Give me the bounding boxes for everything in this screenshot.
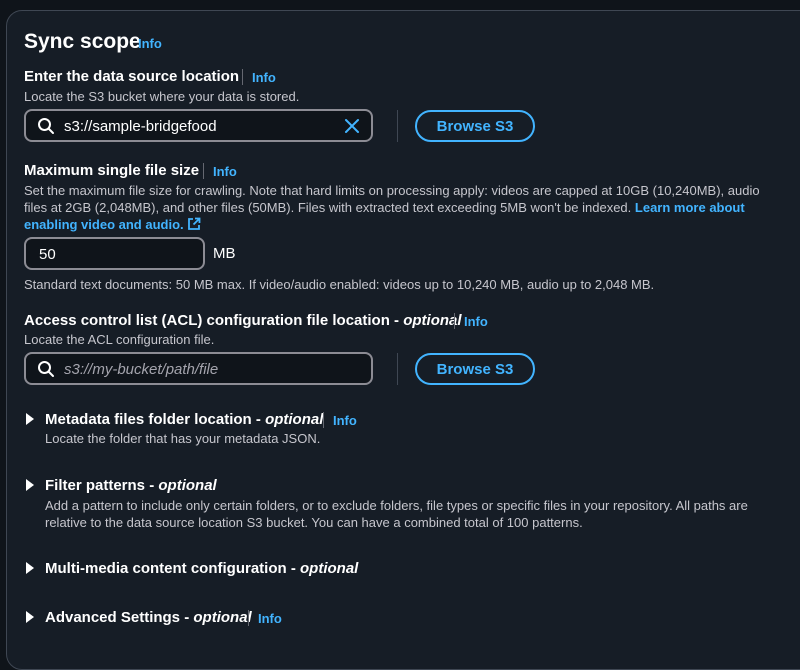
button-divider — [397, 353, 398, 385]
browse-s3-button[interactable]: Browse S3 — [415, 110, 535, 142]
caret-right-icon[interactable] — [26, 479, 34, 491]
data-source-value: s3://sample-bridgefood — [64, 118, 217, 135]
max-file-size-value: 50 — [39, 246, 56, 263]
info-separator — [248, 610, 249, 626]
acl-placeholder: s3://my-bucket/path/file — [64, 361, 219, 378]
search-icon — [37, 117, 55, 140]
data-source-description: Locate the S3 bucket where your data is … — [24, 89, 300, 104]
caret-right-icon[interactable] — [26, 562, 34, 574]
info-separator — [203, 163, 204, 179]
data-source-label: Enter the data source location — [24, 68, 240, 85]
metadata-info-link[interactable]: Info — [333, 413, 357, 428]
info-separator — [323, 412, 324, 428]
filter-patterns-toggle[interactable]: Filter patterns - optional — [45, 477, 217, 494]
external-link-icon[interactable] — [187, 217, 201, 235]
close-icon[interactable] — [344, 118, 360, 139]
caret-right-icon[interactable] — [26, 611, 34, 623]
acl-info-link[interactable]: Info — [464, 314, 488, 329]
acl-input[interactable]: s3://my-bucket/path/file — [24, 352, 373, 385]
acl-label: Access control list (ACL) configuration … — [24, 312, 462, 329]
metadata-description: Locate the folder that has your metadata… — [45, 431, 321, 446]
info-separator — [242, 69, 243, 85]
browse-s3-acl-button[interactable]: Browse S3 — [415, 353, 535, 385]
sync-scope-info-link[interactable]: Info — [138, 36, 162, 51]
acl-description: Locate the ACL configuration file. — [24, 332, 215, 347]
data-source-info-link[interactable]: Info — [252, 70, 276, 85]
multimedia-section-toggle[interactable]: Multi-media content configuration - opti… — [45, 560, 358, 577]
metadata-section-toggle[interactable]: Metadata files folder location - optiona… — [45, 411, 323, 428]
search-icon — [37, 360, 55, 383]
filter-patterns-description: Add a pattern to include only certain fo… — [45, 498, 748, 530]
max-file-size-hint: Standard text documents: 50 MB max. If v… — [24, 277, 655, 292]
button-divider — [397, 110, 398, 142]
max-file-size-info-link[interactable]: Info — [213, 164, 237, 179]
unit-label: MB — [213, 245, 236, 262]
sync-scope-title: Sync scope — [24, 30, 141, 53]
max-file-size-input[interactable]: 50 — [24, 237, 205, 270]
info-separator — [454, 313, 455, 329]
advanced-info-link[interactable]: Info — [258, 611, 282, 626]
caret-right-icon[interactable] — [26, 413, 34, 425]
data-source-input[interactable]: s3://sample-bridgefood — [24, 109, 373, 142]
max-file-size-label: Maximum single file size — [24, 162, 200, 179]
advanced-settings-toggle[interactable]: Advanced Settings - optional — [45, 609, 252, 626]
max-file-size-description: Set the maximum file size for crawling. … — [24, 182, 780, 235]
